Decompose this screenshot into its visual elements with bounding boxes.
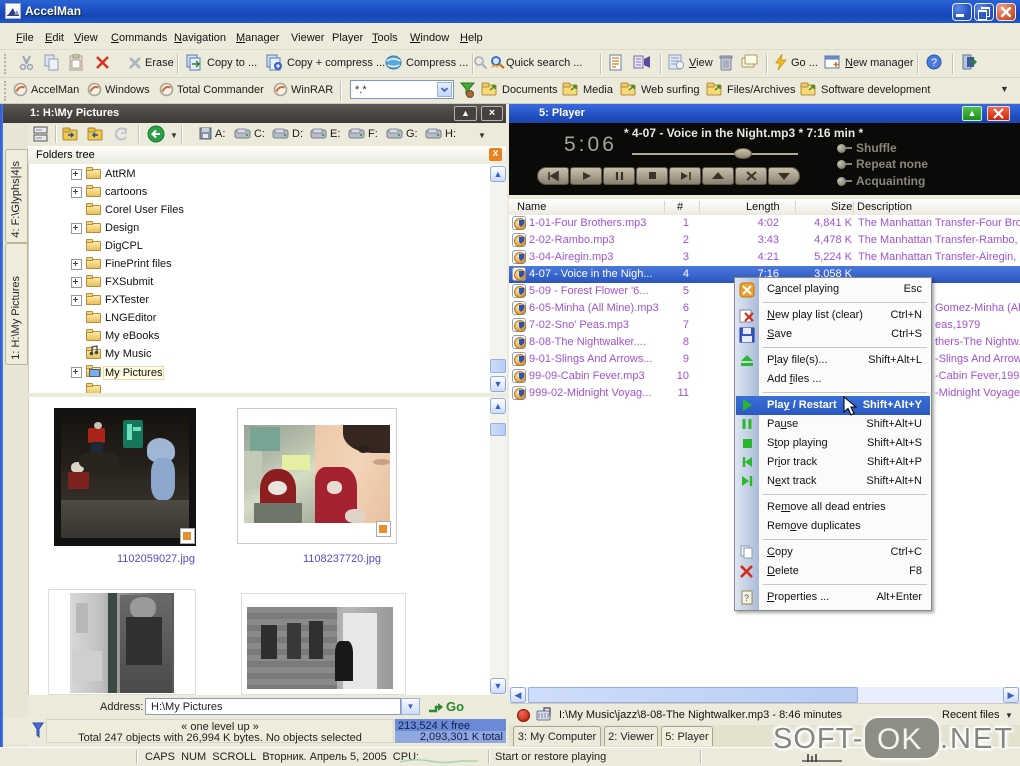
svg-text:?: ? <box>931 57 937 69</box>
svg-text:?: ? <box>744 593 749 603</box>
